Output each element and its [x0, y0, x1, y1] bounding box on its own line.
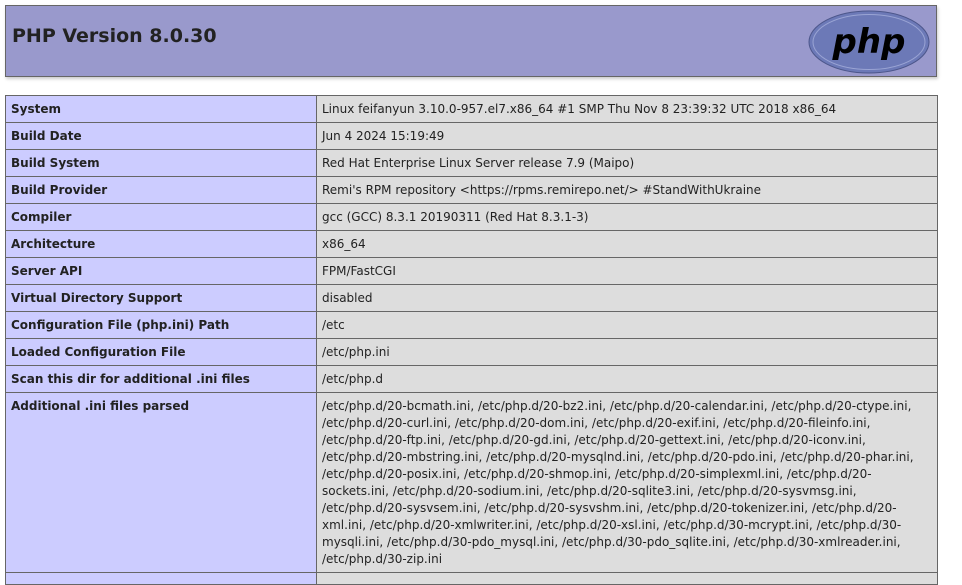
table-row: Loaded Configuration File/etc/php.ini [5, 338, 938, 366]
system-info-rows: System Linux feifanyun 3.10.0-957.el7.x86… [5, 95, 938, 585]
table-row: System Linux feifanyun 3.10.0-957.el7.x86… [5, 95, 938, 123]
table-row: Build Provider Remi's RPM repository <htt… [5, 176, 938, 204]
row-value: Remi's RPM repository <https://rpms.remi… [316, 176, 938, 204]
table-row: Scan this dir for additional .ini files /… [5, 365, 938, 393]
row-label: Server API [5, 257, 317, 285]
row-label: Virtual Directory Support [5, 284, 317, 312]
row-label: Build Date [5, 122, 317, 150]
row-value: /etc/php.d/20-bcmath.ini, /etc/php.d/20-… [316, 392, 938, 573]
table-row: Compiler gcc (GCC) 8.3.1 20190311 (Red Ha… [5, 203, 938, 231]
row-label: Build Provider [5, 176, 317, 204]
row-value: gcc (GCC) 8.3.1 20190311 (Red Hat 8.3.1-… [316, 203, 938, 231]
row-label: Scan this dir for additional .ini files [5, 365, 317, 393]
table-row: Virtual Directory Support disabled [5, 284, 938, 312]
row-value: x86_64 [316, 230, 938, 258]
row-label: Compiler [5, 203, 317, 231]
row-value: Jun 4 2024 15:19:49 [316, 122, 938, 150]
row-label: Build System [5, 149, 317, 177]
row-value: /etc/php.ini [316, 338, 938, 366]
php-version-header: PHP Version 8.0.30 php [5, 5, 937, 77]
table-row [5, 572, 938, 585]
system-info-table: System Linux feifanyun 3.10.0-957.el7.x86… [5, 95, 938, 585]
table-row: Build Date Jun 4 2024 15:19:49 [5, 122, 938, 150]
row-value: FPM/FastCGI [316, 257, 938, 285]
row-label: Configuration File (php.ini) Path [5, 311, 317, 339]
table-row: Additional .ini files parsed/etc/php.d/2… [5, 392, 938, 573]
table-row: Server API FPM/FastCGI [5, 257, 938, 285]
row-value: /etc [316, 311, 938, 339]
page-title: PHP Version 8.0.30 [12, 25, 217, 47]
row-value: /etc/php.d [316, 365, 938, 393]
php-logo: php [808, 10, 930, 74]
row-label: Loaded Configuration File [5, 338, 317, 366]
row-value: disabled [316, 284, 938, 312]
row-value: Red Hat Enterprise Linux Server release … [316, 149, 938, 177]
row-value: Linux feifanyun 3.10.0-957.el7.x86_64 #1… [316, 95, 938, 123]
php-logo-text: php [832, 22, 906, 62]
row-value [316, 572, 938, 585]
row-label [5, 572, 317, 585]
row-label: Additional .ini files parsed [5, 392, 317, 573]
row-label: System [5, 95, 317, 123]
table-row: Architecture x86_64 [5, 230, 938, 258]
table-row: Configuration File (php.ini) Path/etc [5, 311, 938, 339]
row-label: Architecture [5, 230, 317, 258]
table-row: Build System Red Hat Enterprise Linux Ser… [5, 149, 938, 177]
